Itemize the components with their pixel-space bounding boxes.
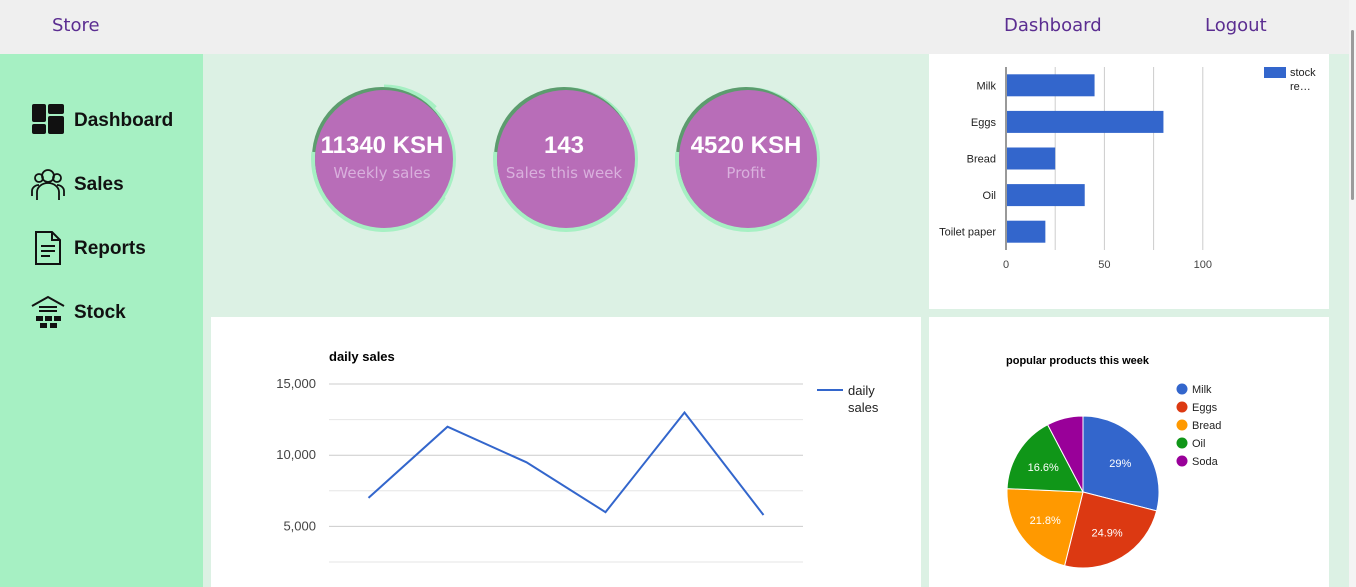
y-tick-label: 15,000 [276,376,316,391]
bar[interactable] [1007,184,1085,207]
nav-dashboard-link[interactable]: Dashboard [1004,15,1102,36]
dashboard-icon [32,104,64,134]
stock-bar-chart-card: 0 50 100 Milk Eggs Bread Oil Toilet paper stock r… [929,54,1329,309]
stat-sales-count: 143 Sales this week [491,84,641,234]
sidebar-item-sales[interactable]: Sales [30,166,200,206]
stat-weekly-sales: 11340 KSH Weekly sales [309,84,459,234]
sidebar-item-label: Stock [74,302,126,323]
stock-bar-chart: 0 50 100 Milk Eggs Bread Oil Toilet paper stock r… [939,67,1316,271]
category-label: Oil [983,190,996,202]
document-icon [35,231,61,265]
sidebar-item-label: Reports [74,238,146,259]
stat-value: 4520 KSH [690,132,802,159]
daily-sales-chart: daily sales 15,000 10,000 5,000 daily sales [276,349,879,563]
chart-title: popular products this week [1006,355,1150,367]
legend-swatch [1176,437,1188,449]
stat-value: 143 [543,132,585,159]
x-tick-label: 50 [1098,259,1110,271]
popular-products-chart: popular products this week 29% Milk 24.9% Eg… [1006,355,1221,569]
page-scrollbar[interactable] [1349,0,1356,587]
series-line[interactable] [367,410,765,516]
slice-label: 24.9% [1092,527,1123,539]
y-tick-label: 5,000 [283,518,316,533]
daily-sales-chart-card: daily sales 15,000 10,000 5,000 daily sales [211,317,921,587]
scrollbar-thumb[interactable] [1351,30,1354,200]
legend-label: daily [848,383,875,398]
legend-label: stock [1290,67,1316,79]
nav-logout-link[interactable]: Logout [1205,15,1267,36]
chart-title: daily sales [329,349,395,364]
x-tick-label: 0 [1003,259,1009,271]
top-navbar: Store Dashboard Logout [0,0,1356,54]
slice-label: 16.6% [1028,462,1059,474]
legend-label: Eggs [1192,402,1218,414]
legend-swatch [1264,67,1286,78]
sidebar-item-label: Dashboard [74,110,174,131]
sidebar: Dashboard Sales Reports Stock [0,54,203,587]
brand-link[interactable]: Store [52,15,100,36]
users-icon [31,169,65,200]
bar[interactable] [1007,147,1056,170]
bar[interactable] [1007,74,1095,97]
x-tick-label: 100 [1194,259,1212,271]
legend-label: Oil [1192,438,1205,450]
bar[interactable] [1007,110,1164,133]
stat-value: 11340 KSH [320,132,444,159]
sidebar-item-dashboard[interactable]: Dashboard [30,102,200,142]
legend-label: re… [1290,81,1311,93]
category-label: Bread [967,154,996,166]
legend-label: Milk [1192,384,1212,396]
legend-label: sales [848,400,879,415]
stat-profit: 4520 KSH Profit [673,84,823,234]
warehouse-icon [31,295,65,328]
slice-label: 21.8% [1030,515,1061,527]
sidebar-item-label: Sales [74,174,124,195]
stat-caption: Sales this week [505,164,623,182]
bar[interactable] [1007,220,1046,243]
popular-products-chart-card: popular products this week 29% Milk 24.9% Eg… [929,317,1329,587]
y-tick-label: 10,000 [276,447,316,462]
legend-label: Soda [1192,456,1219,468]
legend-label: Bread [1192,420,1221,432]
slice-label: 29% [1109,458,1131,470]
category-label: Milk [976,80,996,92]
legend-swatch [1176,455,1188,467]
category-label: Eggs [971,117,997,129]
stat-caption: Weekly sales [333,164,431,182]
legend-swatch [1176,419,1188,431]
legend-swatch [1176,401,1188,413]
stat-caption: Profit [726,164,766,182]
sidebar-item-stock[interactable]: Stock [30,294,200,334]
sidebar-item-reports[interactable]: Reports [30,230,200,270]
legend-swatch [1176,383,1188,395]
category-label: Toilet paper [939,227,996,239]
